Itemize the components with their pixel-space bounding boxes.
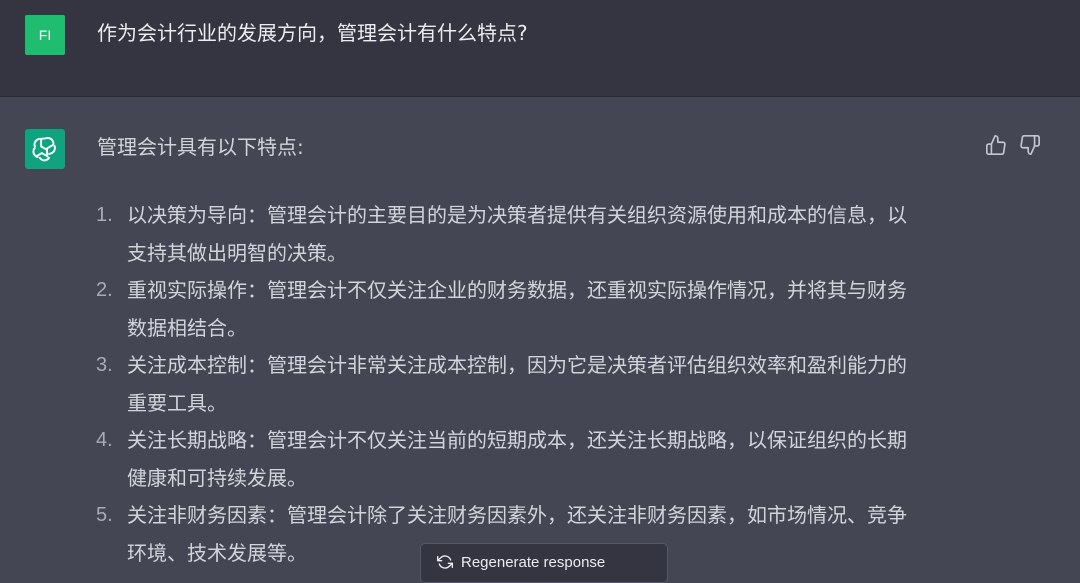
thumbs-down-icon bbox=[1020, 135, 1040, 155]
list-item-number: 1. bbox=[96, 204, 113, 226]
list-item-text: 以决策为导向：管理会计的主要目的是为决策者提供有关组织资源使用和成本的信息，以 bbox=[127, 203, 907, 227]
list-item-number: 5. bbox=[96, 504, 113, 526]
list-item-text: 关注成本控制：管理会计非常关注成本控制，因为它是决策者评估组织效率和盈利能力的 bbox=[127, 353, 907, 377]
user-avatar: FI bbox=[25, 15, 65, 55]
list-item-text-continued: 健康和可持续发展。 bbox=[127, 465, 307, 490]
list-item: 4. 关注长期战略：管理会计不仅关注当前的短期成本，还关注长期战略，以保证组织的… bbox=[96, 422, 976, 497]
openai-logo-icon bbox=[32, 137, 56, 162]
list-item-text: 重视实际操作：管理会计不仅关注企业的财务数据，还重视实际操作情况，并将其与财务 bbox=[127, 278, 907, 302]
feedback-buttons bbox=[984, 133, 1042, 157]
refresh-icon bbox=[437, 555, 453, 569]
assistant-intro-text: 管理会计具有以下特点: bbox=[97, 135, 304, 159]
thumbs-down-button[interactable] bbox=[1018, 133, 1042, 157]
list-item-number: 2. bbox=[96, 279, 113, 301]
regenerate-response-button[interactable]: Regenerate response bbox=[420, 543, 668, 583]
list-item-text-continued: 支持其做出明智的决策。 bbox=[127, 240, 347, 265]
list-item-text: 关注非财务因素：管理会计除了关注财务因素外，还关注非财务因素，如市场情况、竞争 bbox=[127, 503, 907, 527]
list-item: 1. 以决策为导向：管理会计的主要目的是为决策者提供有关组织资源使用和成本的信息… bbox=[96, 197, 976, 272]
list-item-text-continued: 重要工具。 bbox=[127, 390, 227, 415]
list-item: 2. 重视实际操作：管理会计不仅关注企业的财务数据，还重视实际操作情况，并将其与… bbox=[96, 272, 976, 347]
assistant-list: 1. 以决策为导向：管理会计的主要目的是为决策者提供有关组织资源使用和成本的信息… bbox=[96, 197, 976, 572]
user-message-row: FI 作为会计行业的发展方向，管理会计有什么特点? bbox=[0, 0, 1080, 97]
list-item-text-continued: 数据相结合。 bbox=[127, 315, 247, 340]
assistant-avatar bbox=[25, 129, 65, 169]
thumbs-up-icon bbox=[986, 135, 1006, 155]
assistant-message-row: 管理会计具有以下特点: 1. 以决策为导向：管理会计的主要目的是为决策者提供有关… bbox=[0, 97, 1080, 565]
list-item-number: 3. bbox=[96, 354, 113, 376]
list-item-number: 4. bbox=[96, 429, 113, 451]
user-message-text: 作为会计行业的发展方向，管理会计有什么特点? bbox=[97, 21, 528, 45]
list-item: 3. 关注成本控制：管理会计非常关注成本控制，因为它是决策者评估组织效率和盈利能… bbox=[96, 347, 976, 422]
list-item-text: 关注长期战略：管理会计不仅关注当前的短期成本，还关注长期战略，以保证组织的长期 bbox=[127, 428, 907, 452]
thumbs-up-button[interactable] bbox=[984, 133, 1008, 157]
